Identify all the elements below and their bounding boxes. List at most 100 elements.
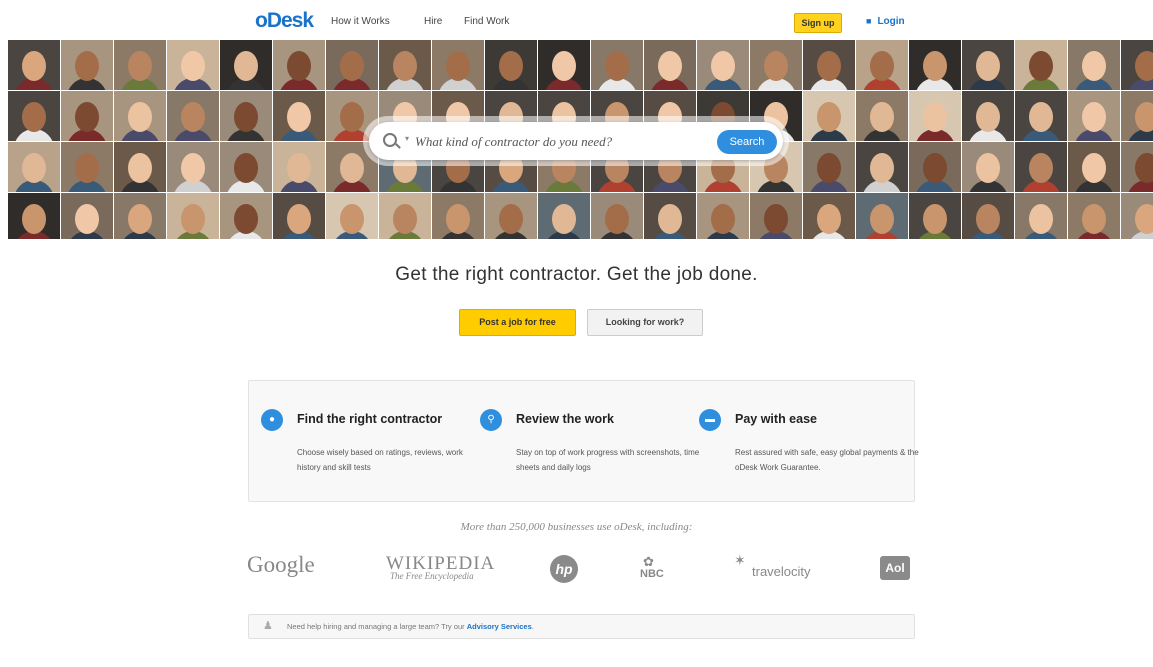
search-box: ▾ Search [363, 116, 789, 166]
face-shape [340, 153, 364, 183]
contractor-photo [114, 40, 166, 90]
face-shape [181, 153, 205, 183]
face-shape [128, 204, 152, 234]
help-text: Need help hiring and managing a large te… [287, 615, 534, 638]
face-shape [817, 204, 841, 234]
feature-description: Stay on top of work progress with screen… [516, 448, 700, 472]
hp-logo: hp [550, 555, 578, 583]
contractor-photo [8, 142, 60, 192]
signup-button[interactable]: Sign up [794, 13, 842, 33]
advisory-help-bar: ♟ Need help hiring and managing a large … [248, 614, 915, 639]
nav-find-work[interactable]: Find Work [464, 16, 509, 27]
advisory-services-link[interactable]: Advisory Services [467, 622, 532, 631]
feature-title: Review the work [516, 412, 614, 426]
help-text-end: . [531, 622, 534, 631]
wikipedia-tagline: The Free Encyclopedia [390, 571, 474, 581]
person-icon: ● [261, 409, 283, 431]
nbc-logo: NBC [640, 568, 664, 580]
contractor-photo [1015, 193, 1067, 239]
contractor-photo [326, 193, 378, 239]
contractor-photo [750, 40, 802, 90]
face-shape [976, 204, 1000, 234]
face-shape [234, 204, 258, 234]
contractor-photo [114, 91, 166, 141]
face-shape [817, 102, 841, 132]
face-shape [22, 51, 46, 81]
contractor-photo [61, 91, 113, 141]
contractor-photo [8, 40, 60, 90]
nav-hire[interactable]: Hire [424, 16, 442, 27]
contractor-photo [220, 142, 272, 192]
face-shape [658, 51, 682, 81]
odesk-logo[interactable]: oDesk [255, 9, 314, 33]
face-shape [1082, 102, 1106, 132]
search-button[interactable]: Search [717, 130, 777, 154]
face-shape [393, 204, 417, 234]
face-shape [1029, 204, 1053, 234]
login-label: Login [877, 16, 905, 27]
contractor-photo [1121, 91, 1153, 141]
caret-icon: ▾ [405, 134, 410, 143]
face-shape [923, 102, 947, 132]
feature-title: Find the right contractor [297, 412, 443, 426]
person-icon: ♟ [263, 620, 273, 632]
face-shape [287, 102, 311, 132]
face-shape [552, 204, 576, 234]
contractor-photo [909, 40, 961, 90]
face-shape [287, 204, 311, 234]
contractor-photo [1068, 91, 1120, 141]
face-shape [1029, 153, 1053, 183]
face-shape [923, 51, 947, 81]
face-shape [1135, 51, 1153, 81]
contractor-photo [432, 40, 484, 90]
header: oDesk How it Works Hire Find Work Sign u… [0, 0, 1153, 40]
face-shape [181, 51, 205, 81]
face-shape [870, 51, 894, 81]
face-shape [446, 51, 470, 81]
face-shape [75, 204, 99, 234]
face-shape [605, 204, 629, 234]
contractor-photo [1068, 142, 1120, 192]
contractor-photo [644, 193, 696, 239]
nav-how-it-works[interactable]: How it Works [331, 16, 390, 27]
face-shape [128, 153, 152, 183]
face-shape [1082, 153, 1106, 183]
contractor-photo [114, 193, 166, 239]
contractor-photo [538, 40, 590, 90]
contractor-photo [1015, 91, 1067, 141]
face-shape [552, 51, 576, 81]
contractor-photo [803, 193, 855, 239]
face-shape [22, 204, 46, 234]
contractor-search-input[interactable] [413, 130, 717, 154]
lock-icon: ■ [866, 16, 872, 26]
feature-title: Pay with ease [735, 412, 817, 426]
looking-for-work-button[interactable]: Looking for work? [587, 309, 703, 336]
face-shape [128, 102, 152, 132]
contractor-photo [538, 193, 590, 239]
contractor-photo [856, 40, 908, 90]
feature-description: Choose wisely based on ratings, reviews,… [297, 448, 463, 472]
login-link[interactable]: ■ Login [866, 16, 905, 27]
contractor-photo [61, 40, 113, 90]
contractor-photo [1068, 193, 1120, 239]
contractor-photo [803, 142, 855, 192]
face-shape [234, 51, 258, 81]
post-job-button[interactable]: Post a job for free [459, 309, 576, 336]
contractor-photo [273, 142, 325, 192]
face-shape [234, 153, 258, 183]
face-shape [75, 153, 99, 183]
contractor-photo [962, 193, 1014, 239]
face-shape [976, 153, 1000, 183]
face-shape [923, 204, 947, 234]
face-shape [75, 102, 99, 132]
contractor-photo [1121, 142, 1153, 192]
contractor-photo [61, 142, 113, 192]
face-shape [287, 153, 311, 183]
contractor-photo [697, 193, 749, 239]
contractor-photo [591, 193, 643, 239]
face-shape [817, 51, 841, 81]
contractor-photo [273, 193, 325, 239]
face-shape [1082, 204, 1106, 234]
contractor-photo [114, 142, 166, 192]
contractor-photo [591, 40, 643, 90]
